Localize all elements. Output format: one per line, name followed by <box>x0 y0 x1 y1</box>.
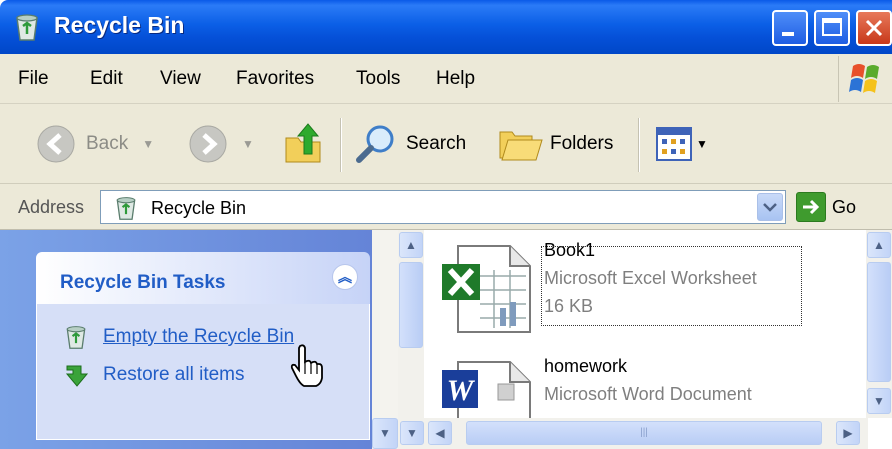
svg-text:W: W <box>447 374 476 407</box>
maximize-button[interactable] <box>814 10 850 46</box>
go-label: Go <box>832 196 857 217</box>
go-button[interactable]: Go <box>796 192 856 222</box>
search-icon <box>356 125 394 163</box>
address-label: Address <box>18 197 85 217</box>
restore-arrow-icon <box>65 365 89 387</box>
back-dropdown-icon[interactable]: ▼ <box>142 137 154 151</box>
forward-dropdown-icon[interactable]: ▼ <box>242 137 254 151</box>
close-icon <box>865 19 883 37</box>
views-button[interactable]: ▼ <box>656 104 708 184</box>
scroll-right-button[interactable]: ▶ <box>836 421 860 445</box>
left-pane-scrollbar[interactable] <box>372 230 398 449</box>
back-label: Back <box>86 133 129 154</box>
scroll-down-button[interactable]: ▼ <box>400 421 424 445</box>
task-label: Restore all items <box>103 364 245 385</box>
toolbar: Back ▼ ▼ Search Folders ▼ <box>0 104 892 184</box>
window-title: Recycle Bin <box>54 12 185 38</box>
scroll-down-button[interactable]: ▼ <box>372 418 398 449</box>
views-dropdown-icon[interactable]: ▼ <box>696 137 708 151</box>
scroll-down-button[interactable]: ▼ <box>867 388 891 414</box>
search-button[interactable]: Search <box>354 104 466 184</box>
menu-edit[interactable]: Edit <box>90 68 123 90</box>
scrollbar-thumb[interactable]: ||| <box>466 421 822 445</box>
menu-file[interactable]: File <box>18 68 49 90</box>
task-panel-header[interactable]: Recycle Bin Tasks ︽ <box>36 252 370 304</box>
excel-icon <box>442 245 531 333</box>
scroll-left-button[interactable]: ◀ <box>428 421 452 445</box>
scroll-up-button[interactable]: ▲ <box>867 232 891 258</box>
title-bar[interactable]: Recycle Bin <box>0 0 892 54</box>
scroll-up-button[interactable]: ▲ <box>399 232 423 258</box>
file-pane-scrollbar-right[interactable]: ▲ ▼ <box>866 230 892 418</box>
task-label: Empty the Recycle Bin <box>103 326 295 347</box>
close-button[interactable] <box>856 10 892 46</box>
file-name: homework <box>544 356 628 376</box>
maximize-icon <box>822 18 842 36</box>
back-button[interactable]: Back ▼ <box>36 104 154 184</box>
horizontal-scrollbar[interactable]: ▼ ◀ ||| ▶ <box>398 418 868 449</box>
task-empty-recycle-bin[interactable]: Empty the Recycle Bin <box>63 324 294 350</box>
toolbar-separator <box>638 118 640 172</box>
collapse-chevron-icon[interactable]: ︽ <box>332 264 358 290</box>
folders-icon <box>499 131 543 161</box>
folders-button[interactable]: Folders <box>498 104 613 184</box>
selection-focus-rectangle <box>541 246 802 326</box>
back-arrow-icon <box>37 125 75 163</box>
hand-cursor-icon <box>290 344 323 387</box>
search-label: Search <box>406 133 467 154</box>
go-arrow-icon <box>796 192 826 222</box>
task-pane: Recycle Bin Tasks ︽ Empty the Recycle Bi… <box>0 230 398 449</box>
address-value: Recycle Bin <box>151 198 247 218</box>
empty-recycle-bin-icon <box>66 326 86 349</box>
menu-view[interactable]: View <box>160 68 201 90</box>
folders-label: Folders <box>550 133 614 154</box>
scrollbar-thumb[interactable] <box>867 262 891 382</box>
views-icon <box>656 127 692 161</box>
task-restore-all-items[interactable]: Restore all items <box>63 362 245 388</box>
recycle-bin-icon <box>116 197 136 220</box>
minimize-icon <box>782 32 794 36</box>
address-dropdown-button[interactable] <box>757 193 783 221</box>
toolbar-separator <box>340 118 342 172</box>
forward-button[interactable]: ▼ <box>188 104 254 184</box>
scrollbar-thumb[interactable] <box>399 262 423 348</box>
recycle-bin-icon <box>16 14 38 41</box>
windows-logo-icon <box>838 56 892 102</box>
up-folder-icon <box>285 123 321 163</box>
forward-arrow-icon <box>189 125 227 163</box>
task-panel-title: Recycle Bin Tasks <box>60 272 226 293</box>
up-folder-button[interactable] <box>282 104 324 184</box>
explorer-window: Recycle Bin File Edit View Favorites Too… <box>0 0 892 449</box>
minimize-button[interactable] <box>772 10 808 46</box>
file-pane-scrollbar-left[interactable]: ▲ <box>398 230 424 418</box>
address-input[interactable]: Recycle Bin <box>100 190 786 224</box>
menu-help[interactable]: Help <box>436 68 475 90</box>
chevron-down-icon <box>763 203 777 212</box>
menu-tools[interactable]: Tools <box>356 68 400 90</box>
menu-favorites[interactable]: Favorites <box>236 68 314 90</box>
address-bar: Address Recycle Bin Go <box>0 184 892 230</box>
file-type: Microsoft Word Document <box>544 384 752 404</box>
menu-bar: File Edit View Favorites Tools Help <box>0 54 892 104</box>
